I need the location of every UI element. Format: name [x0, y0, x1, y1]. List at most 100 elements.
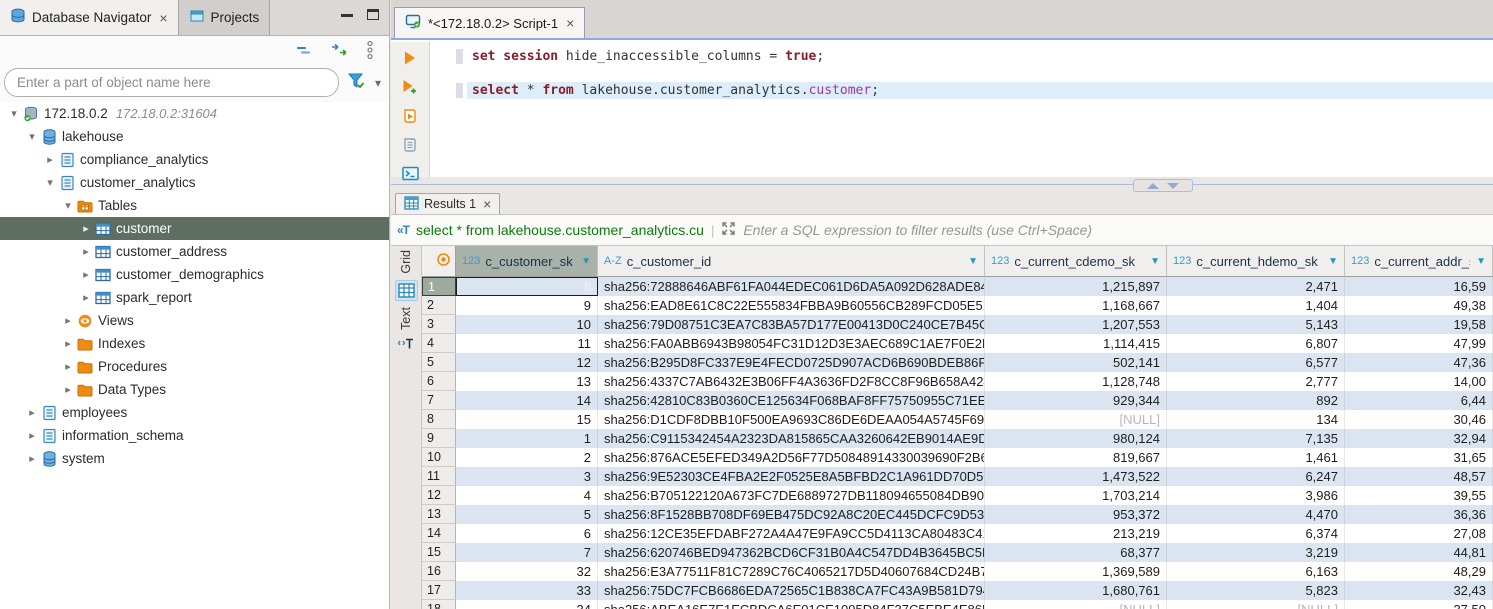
grid-cell[interactable]: 14 — [456, 391, 598, 410]
grid-cell[interactable]: 12 — [456, 353, 598, 372]
chevron-collapsed-icon[interactable]: ▸ — [24, 406, 40, 419]
grid-cell[interactable]: 6,807 — [1167, 334, 1345, 353]
grid-cell[interactable]: sha256:876ACE5EFED349A2D56F77D5084891433… — [598, 448, 985, 467]
funnel-icon[interactable] — [347, 72, 367, 93]
column-dropdown-icon[interactable]: ▼ — [575, 256, 591, 267]
grid-cell[interactable]: sha256:79D08751C3EA7C83BA57D177E00413D0C… — [598, 315, 985, 334]
chevron-collapsed-icon[interactable]: ▸ — [78, 222, 94, 235]
grid-cell[interactable]: 1,207,553 — [985, 315, 1167, 334]
grid-cell[interactable]: 19,58 — [1345, 315, 1493, 334]
chevron-collapsed-icon[interactable]: ▸ — [24, 452, 40, 465]
grid-cell[interactable]: sha256:E3A77511F81C7289C76C4065217D5D406… — [598, 562, 985, 581]
tab-script-1[interactable]: *<172.18.0.2> Script-1 × — [394, 7, 585, 38]
chevron-collapsed-icon[interactable]: ▸ — [78, 245, 94, 258]
grid-cell[interactable]: 47,36 — [1345, 353, 1493, 372]
grid-cell[interactable]: sha256:D1CDF8DBB10F500EA9693C86DE6DEAA05… — [598, 410, 985, 429]
filter-input-placeholder[interactable]: Enter a SQL expression to filter results… — [743, 222, 1092, 238]
grid-cell[interactable]: 929,344 — [985, 391, 1167, 410]
grid-cell[interactable]: 7,135 — [1167, 429, 1345, 448]
grid-cell[interactable]: 49,38 — [1345, 296, 1493, 315]
open-console-icon[interactable] — [401, 166, 419, 181]
grid-cell[interactable]: 9 — [456, 296, 598, 315]
row-number[interactable]: 4 — [422, 334, 456, 353]
grid-cell[interactable]: sha256:EAD8E61C8C22E555834FBBA9B60556CB2… — [598, 296, 985, 315]
grid-cell[interactable]: 1,680,761 — [985, 581, 1167, 600]
column-header-c_current_hdemo_sk[interactable]: 123c_current_hdemo_sk▼ — [1167, 246, 1345, 277]
grid-cell[interactable]: 2,777 — [1167, 372, 1345, 391]
grid-cell[interactable]: sha256:72888646ABF61FA044EDEC061D6DA5A09… — [598, 277, 985, 296]
grid-cell[interactable]: [NULL] — [1167, 600, 1345, 609]
grid-cell[interactable]: sha256:4337C7AB6432E3B06FF4A3636FD2F8CC8… — [598, 372, 985, 391]
grid-cell[interactable]: 2,471 — [1167, 277, 1345, 296]
chevron-expanded-icon[interactable]: ▾ — [24, 130, 40, 143]
code-area[interactable]: set session hide_inaccessible_columns = … — [431, 42, 1493, 177]
chevron-expanded-icon[interactable]: ▾ — [60, 199, 76, 212]
grid-cell[interactable]: 6,577 — [1167, 353, 1345, 372]
row-number[interactable]: 2 — [422, 296, 456, 315]
grid-cell[interactable]: 37,50 — [1345, 600, 1493, 609]
tree-item-lakehouse[interactable]: ▾lakehouse — [0, 125, 389, 148]
execute-new-tab-icon[interactable] — [401, 79, 419, 95]
grid-cell[interactable]: 4 — [456, 486, 598, 505]
collapse-up-icon[interactable] — [1147, 183, 1159, 189]
grid-cell[interactable]: 47,99 — [1345, 334, 1493, 353]
grid-cell[interactable]: sha256:620746BED947362BCD6CF31B0A4C547DD… — [598, 543, 985, 562]
maximize-icon[interactable] — [367, 9, 379, 20]
grid-cell[interactable]: sha256:B295D8FC337E9E4FECD0725D907ACD6B6… — [598, 353, 985, 372]
grid-cell[interactable]: 32,43 — [1345, 581, 1493, 600]
tree-item-customer-address[interactable]: ▸customer_address — [0, 240, 389, 263]
tree-item-employees[interactable]: ▸employees — [0, 401, 389, 424]
code-line[interactable]: select * from lakehouse.customer_analyti… — [431, 82, 1493, 99]
column-header-c_current_addr_sk[interactable]: 123c_current_addr_sk▼ — [1345, 246, 1493, 277]
text-view-icon[interactable] — [398, 336, 415, 354]
grid-cell[interactable]: 32 — [456, 562, 598, 581]
grid-cell[interactable]: 36,36 — [1345, 505, 1493, 524]
grid-cell[interactable]: 6,247 — [1167, 467, 1345, 486]
grid-cell[interactable]: sha256:42810C83B0360CE125634F068BAF8FF75… — [598, 391, 985, 410]
grid-cell[interactable]: 1,404 — [1167, 296, 1345, 315]
grid-cell[interactable]: 31,65 — [1345, 448, 1493, 467]
execute-script-icon[interactable] — [401, 108, 419, 124]
chevron-collapsed-icon[interactable]: ▸ — [60, 383, 76, 396]
grid-cell[interactable]: 34 — [456, 600, 598, 609]
grid-cell[interactable]: sha256:8F1528BB708DF69EB475DC92A8C20EC44… — [598, 505, 985, 524]
grid-cell[interactable]: 953,372 — [985, 505, 1167, 524]
grid-cell[interactable]: [NULL] — [985, 600, 1167, 609]
grid-cell[interactable]: sha256:12CE35EFDABF272A4A47E9FA9CC5D4113… — [598, 524, 985, 543]
grid-cell[interactable]: 27,08 — [1345, 524, 1493, 543]
grid-cell[interactable]: 502,141 — [985, 353, 1167, 372]
row-number[interactable]: 9 — [422, 429, 456, 448]
menu-icon[interactable] — [365, 40, 375, 63]
tree-item-172-18-0-2[interactable]: ▾172.18.0.2172.18.0.2:31604 — [0, 102, 389, 125]
splitter-line[interactable] — [391, 184, 1493, 185]
grid-cell[interactable]: sha256:9E52303CE4FBA2E2F0525E8A5BFBD2C1A… — [598, 467, 985, 486]
grid-cell[interactable]: 1,114,415 — [985, 334, 1167, 353]
row-number[interactable]: 11 — [422, 467, 456, 486]
row-number[interactable]: 18 — [422, 600, 456, 609]
grid-cell[interactable]: sha256:FA0ABB6943B98054FC31D12D3E3AEC689… — [598, 334, 985, 353]
grid-cell[interactable]: sha256:ABEA16E7E1ECBDCA6E01CE1095D84F37C… — [598, 600, 985, 609]
grid-cell[interactable]: 3,219 — [1167, 543, 1345, 562]
row-number[interactable]: 6 — [422, 372, 456, 391]
grid-cell[interactable]: 1,215,897 — [985, 277, 1167, 296]
execute-statement-icon[interactable] — [401, 50, 419, 66]
row-number[interactable]: 17 — [422, 581, 456, 600]
chevron-down-icon[interactable]: ▾ — [375, 76, 381, 90]
grid-cell[interactable]: 32,94 — [1345, 429, 1493, 448]
grid-cell[interactable]: 6,44 — [1345, 391, 1493, 410]
grid-cell[interactable]: 1,369,589 — [985, 562, 1167, 581]
tree-item-customer[interactable]: ▸customer — [0, 217, 389, 240]
grid-cell[interactable]: 980,124 — [985, 429, 1167, 448]
row-number[interactable]: 12 — [422, 486, 456, 505]
tab-results-1[interactable]: Results 1 × — [395, 193, 500, 214]
row-number[interactable]: 8 — [422, 410, 456, 429]
grid-cell[interactable]: 30,46 — [1345, 410, 1493, 429]
grid-cell[interactable]: sha256:B705122120A673FC7DE6889727DB11809… — [598, 486, 985, 505]
tree-item-customer-analytics[interactable]: ▾customer_analytics — [0, 171, 389, 194]
chevron-collapsed-icon[interactable]: ▸ — [60, 314, 76, 327]
grid-cell[interactable]: 1,473,522 — [985, 467, 1167, 486]
row-number[interactable]: 3 — [422, 315, 456, 334]
link-with-editor-icon[interactable] — [329, 43, 349, 60]
grid-cell[interactable]: 4,470 — [1167, 505, 1345, 524]
grid-cell[interactable]: 8 — [456, 277, 598, 296]
